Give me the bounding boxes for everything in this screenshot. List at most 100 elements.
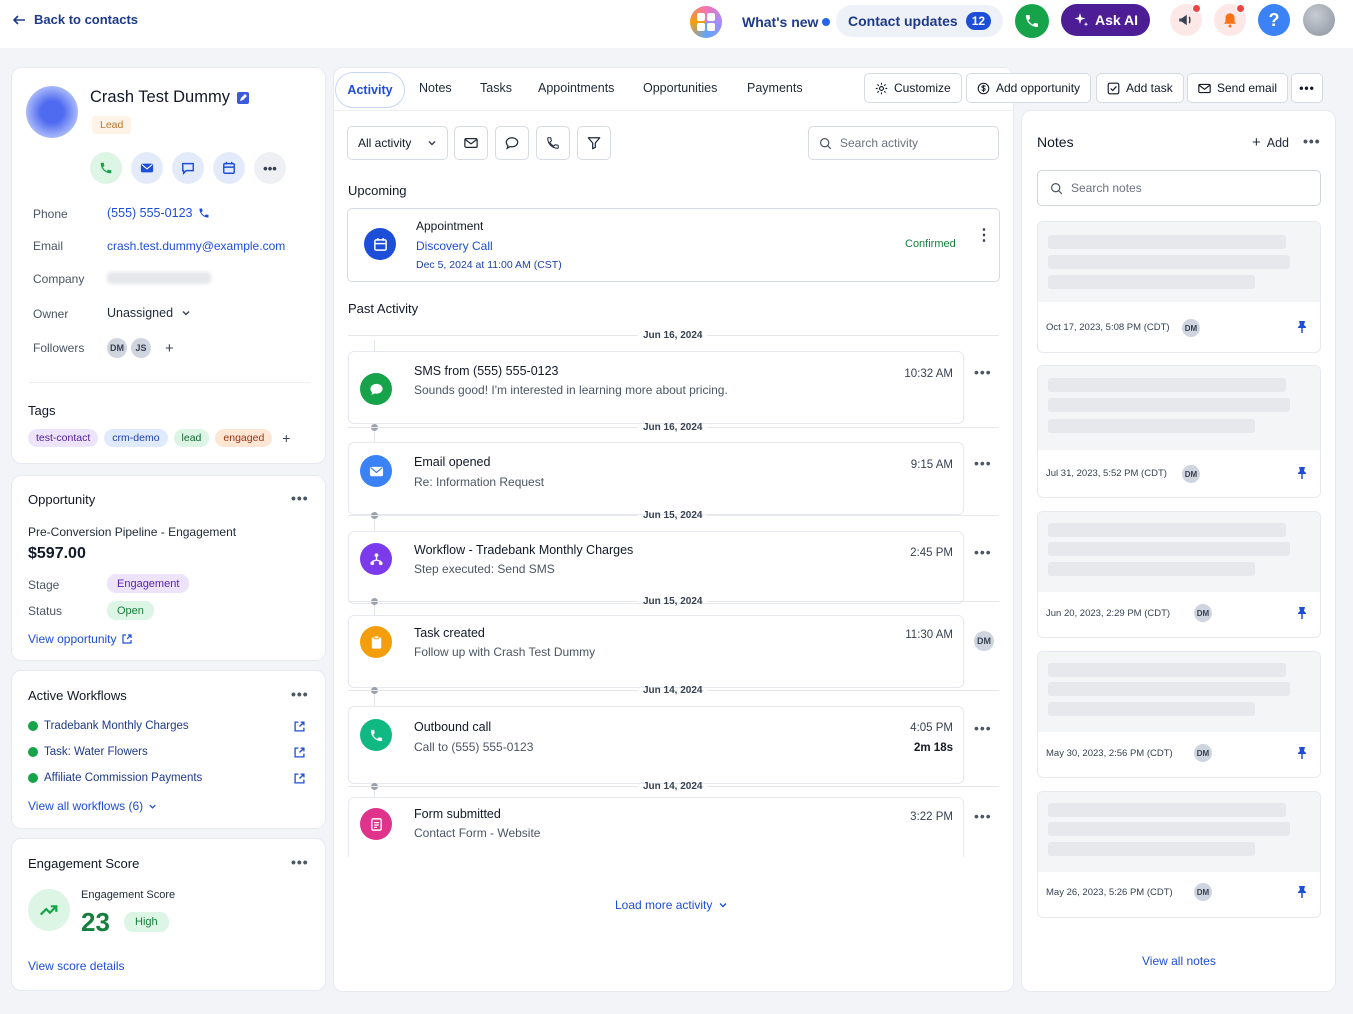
add-note-button[interactable]: + Add (1252, 134, 1289, 151)
notes-more-button[interactable]: ••• (1303, 133, 1321, 149)
tag-lead[interactable]: lead (173, 429, 210, 447)
phone-value-row[interactable]: (555) 555-0123 (107, 206, 210, 220)
workflows-more-button[interactable]: ••• (291, 686, 309, 702)
apps-icon[interactable] (690, 6, 722, 38)
mail-icon (140, 163, 154, 173)
upcoming-appointment-card[interactable]: Appointment Discovery Call Dec 5, 2024 a… (347, 208, 1000, 282)
help-button[interactable]: ? (1258, 4, 1290, 36)
engagement-score-value: 23 (81, 907, 110, 937)
tab-opportunities[interactable]: Opportunities (643, 81, 717, 95)
pipeline-name: Pre-Conversion Pipeline - Engagement (28, 525, 237, 539)
tag-test-contact[interactable]: test-contact (28, 429, 99, 447)
edit-icon[interactable] (236, 91, 250, 105)
tab-payments[interactable]: Payments (747, 81, 803, 95)
add-task-button[interactable]: Add task (1096, 73, 1184, 103)
activity-item[interactable]: Task created Follow up with Crash Test D… (348, 615, 964, 688)
note-card[interactable]: Jul 31, 2023, 5:52 PM (CDT) DM (1037, 365, 1321, 498)
quick-call-button[interactable] (90, 152, 122, 184)
contact-updates-button[interactable]: Contact updates 12 (836, 5, 1004, 37)
pin-icon[interactable] (1296, 885, 1308, 899)
workflow-item[interactable]: Tradebank Monthly Charges (28, 720, 189, 732)
view-all-workflows-link[interactable]: View all workflows (6) (28, 799, 157, 813)
tab-activity[interactable]: Activity (335, 72, 405, 108)
notifications-button[interactable] (1214, 4, 1246, 36)
megaphone-icon (1179, 14, 1191, 26)
pin-icon[interactable] (1296, 320, 1308, 334)
note-card[interactable]: May 30, 2023, 2:56 PM (CDT) DM (1037, 651, 1321, 778)
more-icon: ••• (263, 160, 277, 176)
workflow-item[interactable]: Affiliate Commission Payments (28, 772, 202, 784)
activity-more-button[interactable]: ••• (974, 455, 992, 471)
tag-crm-demo[interactable]: crm-demo (104, 429, 168, 447)
filter-button[interactable] (577, 126, 611, 160)
message-icon (369, 383, 383, 395)
pin-icon[interactable] (1296, 466, 1308, 480)
quick-email-button[interactable] (131, 152, 163, 184)
note-date: Jun 20, 2023, 2:29 PM (CDT) (1046, 608, 1171, 619)
follower-avatar[interactable]: JS (131, 338, 151, 358)
whats-new-button[interactable]: What's new (730, 6, 842, 38)
filter-message-button[interactable] (495, 126, 529, 160)
workflow-item[interactable]: Task: Water Flowers (28, 746, 148, 758)
note-card[interactable]: Jun 20, 2023, 2:29 PM (CDT) DM (1037, 511, 1321, 638)
activity-title: SMS from (555) 555-0123 (414, 364, 559, 378)
tab-tasks[interactable]: Tasks (480, 81, 512, 95)
quick-message-button[interactable] (172, 152, 204, 184)
activity-item[interactable]: Workflow - Tradebank Monthly Charges Ste… (348, 531, 964, 604)
tag-engaged[interactable]: engaged (215, 429, 273, 447)
toolbar-more-button[interactable]: ••• (1291, 73, 1323, 103)
user-avatar[interactable] (1303, 4, 1335, 36)
activity-item[interactable]: Form submitted Contact Form - Website 3:… (348, 797, 964, 857)
activity-more-button[interactable]: ••• (974, 808, 992, 824)
all-activity-dropdown[interactable]: All activity (347, 126, 448, 160)
pin-icon[interactable] (1296, 746, 1308, 760)
load-more-button[interactable]: Load more activity (615, 898, 728, 912)
quick-calendar-button[interactable] (213, 152, 245, 184)
add-follower-button[interactable]: + (165, 340, 174, 357)
engagement-more-button[interactable]: ••• (291, 854, 309, 870)
add-tag-button[interactable]: + (282, 430, 290, 446)
email-value[interactable]: crash.test.dummy@example.com (107, 239, 285, 253)
note-card[interactable]: Oct 17, 2023, 5:08 PM (CDT) DM (1037, 221, 1321, 353)
search-activity-input[interactable]: Search activity (808, 126, 999, 160)
opportunity-more-button[interactable]: ••• (291, 490, 309, 506)
pin-icon[interactable] (1296, 606, 1308, 620)
external-link-icon[interactable] (294, 773, 305, 784)
filter-email-button[interactable] (454, 126, 488, 160)
tab-notes[interactable]: Notes (419, 81, 452, 95)
phone-value[interactable]: (555) 555-0123 (107, 206, 192, 220)
call-button[interactable] (1015, 4, 1049, 38)
phone-icon[interactable] (198, 207, 210, 219)
owner-dropdown[interactable]: Unassigned (107, 306, 191, 320)
search-notes-input[interactable]: Search notes (1037, 170, 1321, 206)
view-score-details-link[interactable]: View score details (28, 959, 125, 973)
add-opportunity-button[interactable]: Add opportunity (966, 73, 1092, 103)
appointment-more-button[interactable]: ⋮ (976, 228, 992, 244)
customize-button[interactable]: Customize (864, 73, 962, 103)
external-link-icon[interactable] (294, 747, 305, 758)
engagement-card: Engagement Score ••• Engagement Score 23… (11, 838, 326, 991)
quick-more-button[interactable]: ••• (254, 152, 286, 184)
activity-more-button[interactable]: ••• (974, 364, 992, 380)
back-to-contacts-link[interactable]: Back to contacts (12, 12, 138, 27)
external-link-icon[interactable] (294, 721, 305, 732)
assignee-avatar[interactable]: DM (974, 631, 994, 651)
view-opportunity-link[interactable]: View opportunity (28, 632, 132, 646)
follower-avatar[interactable]: DM (107, 338, 127, 358)
chevron-down-icon (149, 804, 156, 809)
activity-more-button[interactable]: ••• (974, 720, 992, 736)
activity-more-button[interactable]: ••• (974, 544, 992, 560)
note-card[interactable]: May 26, 2023, 5:26 PM (CDT) DM (1037, 791, 1321, 918)
ask-ai-button[interactable]: Ask AI (1061, 4, 1151, 36)
activity-item[interactable]: Outbound call Call to (555) 555-0123 4:0… (348, 706, 964, 784)
activity-item[interactable]: SMS from (555) 555-0123 Sounds good! I'm… (348, 351, 964, 424)
view-all-notes-link[interactable]: View all notes (1142, 954, 1216, 968)
send-email-button[interactable]: Send email (1187, 73, 1289, 103)
filter-call-button[interactable] (536, 126, 570, 160)
tab-appointments[interactable]: Appointments (538, 81, 614, 95)
note-preview-placeholder (1038, 366, 1320, 450)
appointment-title[interactable]: Discovery Call (416, 239, 493, 253)
company-value-redacted (107, 272, 211, 284)
announcements-button[interactable] (1170, 4, 1202, 36)
activity-item[interactable]: Email opened Re: Information Request 9:1… (348, 442, 964, 515)
